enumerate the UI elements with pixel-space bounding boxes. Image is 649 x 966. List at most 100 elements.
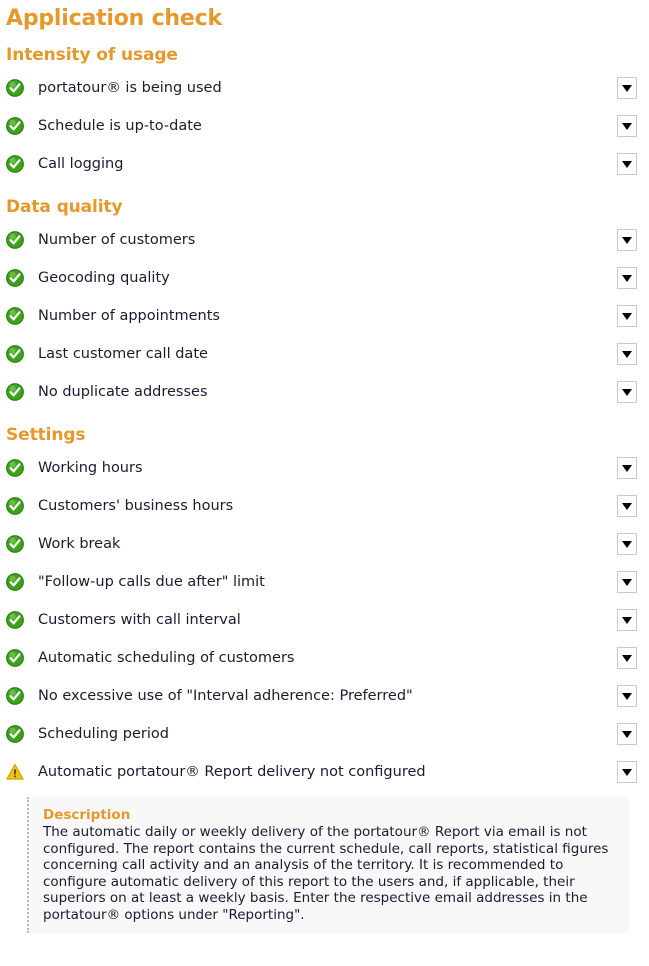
chevron-down-icon — [622, 730, 632, 738]
check-circle-icon — [6, 231, 24, 249]
description-title: Description — [43, 807, 131, 823]
check-row-ok: Last customer call date — [0, 335, 649, 373]
chevron-down-icon — [622, 616, 632, 624]
check-row-ok: No excessive use of "Interval adherence:… — [0, 677, 649, 715]
check-row-label: Work break — [38, 536, 121, 552]
expand-details-button-2[interactable] — [617, 495, 637, 517]
check-row-ok: "Follow-up calls due after" limit — [0, 563, 649, 601]
check-circle-icon — [6, 459, 24, 477]
check-circle-icon — [6, 725, 24, 743]
check-circle-icon — [6, 687, 24, 705]
chevron-down-icon — [622, 578, 632, 586]
chevron-down-icon — [622, 768, 632, 776]
expand-details-button-4[interactable] — [617, 571, 637, 593]
check-row-ok: Number of appointments — [0, 297, 649, 335]
check-circle-icon — [6, 611, 24, 629]
check-section-2: Data quality Number of customers Geocodi… — [0, 183, 649, 411]
check-row-label: Geocoding quality — [38, 270, 170, 286]
chevron-down-icon — [622, 350, 632, 358]
check-row-label: Working hours — [38, 460, 143, 476]
expand-details-button-2[interactable] — [617, 267, 637, 289]
check-list: Working hours Customers' business hours … — [0, 449, 649, 933]
check-list: Number of customers Geocoding quality Nu… — [0, 221, 649, 411]
expand-details-button-4[interactable] — [617, 343, 637, 365]
check-circle-icon — [6, 79, 24, 97]
check-row-label: Scheduling period — [38, 726, 169, 742]
check-row-ok: Work break — [0, 525, 649, 563]
check-circle-icon — [6, 649, 24, 667]
check-circle-icon — [6, 573, 24, 591]
page-title: Application check — [6, 6, 222, 31]
chevron-down-icon — [622, 388, 632, 396]
check-row-label: No excessive use of "Interval adherence:… — [38, 688, 413, 704]
check-circle-icon — [6, 269, 24, 287]
check-row-ok: portatour® is being used — [0, 69, 649, 107]
chevron-down-icon — [622, 654, 632, 662]
check-list: portatour® is being used Schedule is up-… — [0, 69, 649, 183]
section-heading: Settings — [6, 425, 86, 445]
expand-details-button-3[interactable] — [617, 305, 637, 327]
expand-details-button-3[interactable] — [617, 533, 637, 555]
warning-triangle-icon — [6, 763, 24, 781]
check-section-1: Intensity of usage portatour® is being u… — [0, 31, 649, 183]
expand-details-button-1[interactable] — [617, 229, 637, 251]
check-row-ok: Scheduling period — [0, 715, 649, 753]
check-row-ok: Customers with call interval — [0, 601, 649, 639]
check-row-label: Call logging — [38, 156, 124, 172]
application-check-page: Application check Intensity of usage por… — [0, 0, 649, 966]
check-row-label: Number of customers — [38, 232, 196, 248]
expand-details-button-5[interactable] — [617, 609, 637, 631]
check-row-ok: No duplicate addresses — [0, 373, 649, 411]
check-circle-icon — [6, 535, 24, 553]
check-row-warning: Automatic portatour® Report delivery not… — [0, 753, 649, 791]
check-row-ok: Call logging — [0, 145, 649, 183]
check-row-ok: Working hours — [0, 449, 649, 487]
expand-details-button-9[interactable] — [617, 761, 637, 783]
check-row-ok: Schedule is up-to-date — [0, 107, 649, 145]
check-row-label: No duplicate addresses — [38, 384, 208, 400]
check-row-label: Last customer call date — [38, 346, 208, 362]
check-row-label: Automatic scheduling of customers — [38, 650, 295, 666]
section-heading: Data quality — [6, 197, 123, 217]
check-row-label: Customers' business hours — [38, 498, 234, 514]
check-circle-icon — [6, 155, 24, 173]
check-row-label: Schedule is up-to-date — [38, 118, 202, 134]
chevron-down-icon — [622, 312, 632, 320]
check-row-label: "Follow-up calls due after" limit — [38, 574, 265, 590]
expand-details-button-8[interactable] — [617, 723, 637, 745]
check-row-ok: Customers' business hours — [0, 487, 649, 525]
expand-details-button-1[interactable] — [617, 77, 637, 99]
check-circle-icon — [6, 345, 24, 363]
chevron-down-icon — [622, 502, 632, 510]
section-heading: Intensity of usage — [6, 45, 178, 65]
expand-details-button-6[interactable] — [617, 647, 637, 669]
chevron-down-icon — [622, 464, 632, 472]
chevron-down-icon — [622, 122, 632, 130]
expand-details-button-7[interactable] — [617, 685, 637, 707]
check-row-label: Number of appointments — [38, 308, 220, 324]
chevron-down-icon — [622, 84, 632, 92]
check-row-ok: Automatic scheduling of customers — [0, 639, 649, 677]
check-circle-icon — [6, 307, 24, 325]
check-row-label: portatour® is being used — [38, 80, 222, 96]
expand-details-button-1[interactable] — [617, 457, 637, 479]
expand-details-button-2[interactable] — [617, 115, 637, 137]
description-body: The automatic daily or weekly delivery o… — [43, 824, 609, 923]
check-row-ok: Number of customers — [0, 221, 649, 259]
chevron-down-icon — [622, 160, 632, 168]
check-section-3: Settings Working hours Customers' busine… — [0, 411, 649, 933]
check-circle-icon — [6, 497, 24, 515]
description-panel: Description The automatic daily or weekl… — [27, 797, 630, 933]
check-row-ok: Geocoding quality — [0, 259, 649, 297]
check-sections: Intensity of usage portatour® is being u… — [0, 31, 649, 933]
check-row-label: Automatic portatour® Report delivery not… — [38, 764, 426, 780]
chevron-down-icon — [622, 274, 632, 282]
expand-details-button-3[interactable] — [617, 153, 637, 175]
check-row-label: Customers with call interval — [38, 612, 241, 628]
check-circle-icon — [6, 383, 24, 401]
chevron-down-icon — [622, 540, 632, 548]
chevron-down-icon — [622, 236, 632, 244]
check-circle-icon — [6, 117, 24, 135]
chevron-down-icon — [622, 692, 632, 700]
expand-details-button-5[interactable] — [617, 381, 637, 403]
